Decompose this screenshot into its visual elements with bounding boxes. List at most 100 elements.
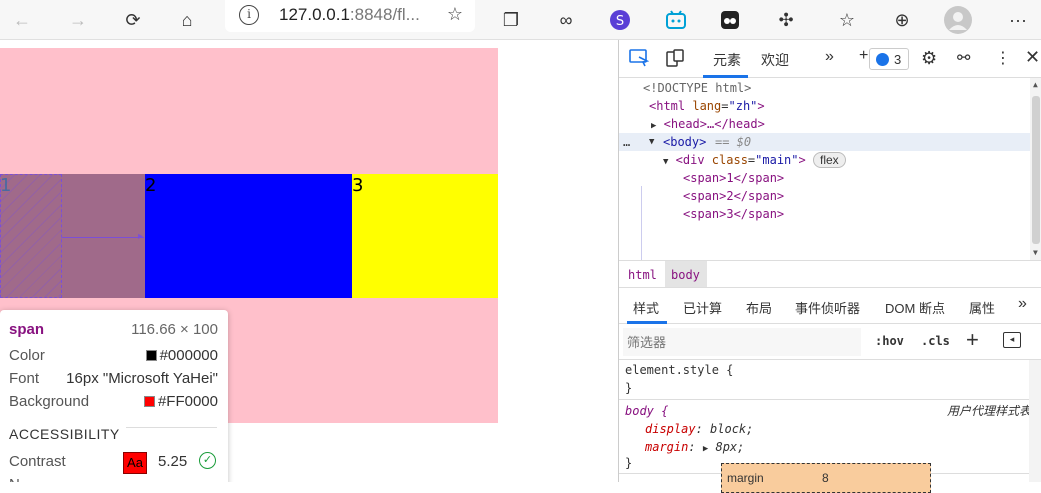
flex-badge[interactable]: flex — [812, 152, 846, 168]
flex-item-3[interactable]: 3 — [352, 174, 498, 298]
device-toolbar-icon[interactable] — [666, 49, 684, 72]
flex-item-2[interactable]: 2 — [145, 174, 352, 298]
dom-body-selected[interactable]: … ▼ <body> == $0 — [619, 133, 1030, 151]
address-text[interactable]: 127.0.0.1:8848/fl... — [279, 5, 420, 25]
tab-event-listeners[interactable]: 事件侦听器 — [795, 298, 860, 317]
dom-scrollbar[interactable]: ▲ ▼ — [1030, 78, 1041, 260]
inspect-tooltip: span 116.66 × 100 Color #000000 Font 16p… — [0, 310, 228, 482]
collapse-triangle-icon[interactable]: ▼ — [649, 133, 654, 151]
extension-dark-icon[interactable] — [716, 6, 744, 34]
dom-head[interactable]: ▶ <head>…</head> — [651, 115, 765, 133]
styles-filter-input[interactable] — [623, 328, 861, 356]
extension-dark-shape — [721, 11, 739, 29]
prop-display[interactable]: display: block; — [645, 420, 753, 438]
new-style-rule-plus-icon[interactable]: + — [966, 327, 979, 353]
dom-doctype[interactable]: <!DOCTYPE html> — [643, 79, 751, 97]
inspect-element-icon[interactable] — [629, 49, 650, 72]
devtools-more-icon[interactable]: ⋮ — [995, 48, 1011, 68]
tab-properties[interactable]: 属性 — [969, 298, 995, 317]
more-menu-icon[interactable]: ··· — [1004, 6, 1032, 34]
extension-s-shape: S — [610, 10, 630, 30]
site-info-icon[interactable]: i — [239, 5, 259, 25]
flex-item-3-label: 3 — [352, 175, 364, 196]
add-favorite-icon[interactable]: ☆ — [447, 4, 463, 25]
styles-scrollbar[interactable] — [1029, 360, 1041, 482]
collapse-triangle-icon[interactable]: ▼ — [663, 157, 668, 167]
home-icon[interactable]: ⌂ — [173, 6, 201, 34]
body-selector[interactable]: body { — [625, 402, 668, 420]
prop-margin-value: 8px; — [715, 440, 745, 454]
extensions-puzzle-icon[interactable]: ✣ — [772, 6, 800, 34]
tooltip-tag: span — [9, 321, 45, 338]
tooltip-size: 116.66 × 100 — [131, 321, 218, 338]
bilibili-shape — [666, 10, 686, 29]
element-style-selector[interactable]: element.style { — [625, 361, 733, 379]
tooltip-font-row: Font 16px "Microsoft YaHei" — [9, 370, 218, 390]
reload-icon[interactable]: ⟳ — [119, 6, 147, 34]
flex-item-2-label: 2 — [145, 175, 157, 196]
close-devtools-icon[interactable]: ✕ — [1025, 47, 1040, 68]
more-tabs-chevron-icon[interactable]: » — [825, 48, 834, 66]
tab-layout[interactable]: 布局 — [746, 298, 772, 317]
rule-element-style: element.style { } — [619, 360, 1031, 400]
dom-body-ellipsis-icon[interactable]: … — [623, 133, 630, 151]
tab-dom-breakpoints[interactable]: DOM 断点 — [885, 298, 945, 317]
dom-span-1[interactable]: <span>1</span> — [683, 169, 784, 187]
dom-div-main[interactable]: ▼ <div class="main"> flex — [663, 151, 846, 169]
expand-shorthand-triangle-icon[interactable]: ▶ — [703, 444, 708, 454]
dom-scrollbar-thumb[interactable] — [1032, 96, 1040, 244]
customize-icon[interactable]: ⚯ — [957, 48, 970, 68]
devtools-panel: 元素 欢迎 » + 3 ⚙ ⚯ ⋮ ✕ <!DOCTYPE html> <htm… — [618, 40, 1041, 493]
tab-elements[interactable]: 元素 — [713, 50, 741, 70]
scroll-up-icon[interactable]: ▲ — [1033, 80, 1038, 89]
favorites-icon[interactable]: ☆ — [833, 6, 861, 34]
breadcrumb-body[interactable]: body — [665, 261, 707, 287]
forward-arrow-icon[interactable]: → — [64, 6, 92, 34]
collections-icon[interactable]: ❐ — [497, 6, 525, 34]
prop-margin[interactable]: margin: ▶ 8px; — [645, 438, 744, 456]
tooltip-color-value-wrap: #000000 — [145, 347, 218, 364]
tab-styles[interactable]: 样式 — [633, 298, 659, 317]
bilibili-extension-icon[interactable] — [662, 6, 690, 34]
hov-toggle[interactable]: :hov — [875, 334, 904, 348]
prop-display-value: block; — [710, 422, 754, 436]
element-style-close: } — [625, 381, 633, 395]
flex-item-1[interactable]: ▸ 1 — [0, 174, 145, 298]
issues-count: 3 — [894, 52, 902, 67]
dom-div-attr-value: "main" — [755, 153, 799, 167]
dom-html[interactable]: <html lang="zh"> — [649, 97, 765, 115]
scroll-down-icon[interactable]: ▼ — [1033, 248, 1038, 257]
issues-chat-icon — [876, 53, 889, 66]
more-subtabs-chevron-icon[interactable]: » — [1018, 295, 1027, 313]
flex-grow-arrow-head-icon: ▸ — [138, 231, 144, 242]
body-rule-close: } — [625, 456, 633, 470]
box-model-margin-label: margin — [727, 471, 764, 485]
settings-gear-icon[interactable]: ⚙ — [921, 48, 937, 69]
issues-badge[interactable]: 3 — [869, 48, 909, 70]
breadcrumb-html[interactable]: html — [628, 268, 657, 282]
tab-computed[interactable]: 已计算 — [683, 298, 722, 317]
dom-html-tag: <html — [649, 99, 686, 113]
avatar[interactable] — [944, 6, 972, 34]
tab-welcome[interactable]: 欢迎 — [761, 50, 789, 70]
dom-span-3[interactable]: <span>3</span> — [683, 205, 784, 223]
dom-div-attr-name: class — [711, 153, 748, 167]
tooltip-contrast-row: Contrast Aa 5.25 ✓ — [9, 452, 218, 475]
cls-toggle[interactable]: .cls — [921, 334, 950, 348]
dom-head-tag: <head>…</head> — [663, 117, 765, 131]
flex-grow-arrow-line — [62, 237, 144, 238]
dom-tree: <!DOCTYPE html> <html lang="zh"> ▶ <head… — [619, 78, 1041, 260]
address-bar[interactable]: i 127.0.0.1:8848/fl... ☆ — [225, 0, 475, 32]
back-arrow-icon[interactable]: ← — [8, 6, 36, 34]
add-collection-icon[interactable]: ⊕ — [888, 6, 916, 34]
extension-s-icon[interactable]: S — [606, 6, 634, 34]
expand-triangle-icon[interactable]: ▶ — [651, 121, 656, 131]
prop-display-name: display — [645, 422, 696, 436]
toggle-computed-sidebar-icon[interactable]: ◂ — [1003, 332, 1021, 348]
dom-span-2[interactable]: <span>2</span> — [683, 187, 784, 205]
tooltip-font-label: Font — [9, 370, 40, 387]
infinity-extension-icon[interactable]: ∞ — [552, 6, 580, 34]
new-tab-plus-icon[interactable]: + — [859, 47, 868, 65]
page-viewport: ▸ 1 2 3 span 116.66 × 100 Color #000000 … — [0, 40, 618, 482]
box-model-margin[interactable]: margin 8 — [721, 463, 931, 493]
